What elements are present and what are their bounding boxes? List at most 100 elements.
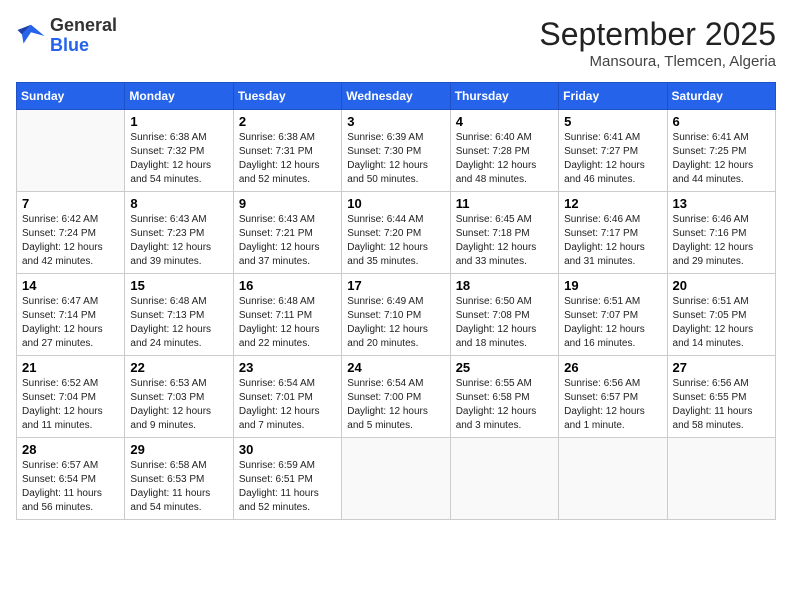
- day-cell: 12 Sunrise: 6:46 AM Sunset: 7:17 PM Dayli…: [559, 192, 667, 274]
- day-cell: 16 Sunrise: 6:48 AM Sunset: 7:11 PM Dayli…: [233, 274, 341, 356]
- day-info: Sunrise: 6:38 AM Sunset: 7:32 PM Dayligh…: [130, 131, 227, 187]
- col-header-monday: Monday: [125, 83, 233, 110]
- day-number: 3: [347, 114, 444, 129]
- day-number: 14: [22, 278, 119, 293]
- col-header-thursday: Thursday: [450, 83, 558, 110]
- day-number: 11: [456, 196, 553, 211]
- day-cell: 18 Sunrise: 6:50 AM Sunset: 7:08 PM Dayli…: [450, 274, 558, 356]
- day-cell: [342, 438, 450, 520]
- week-row-5: 28 Sunrise: 6:57 AM Sunset: 6:54 PM Dayli…: [17, 438, 776, 520]
- day-cell: 9Sunrise: 6:43 AM Sunset: 7:21 PM Daylig…: [233, 192, 341, 274]
- day-info: Sunrise: 6:40 AM Sunset: 7:28 PM Dayligh…: [456, 131, 553, 187]
- day-number: 23: [239, 360, 336, 375]
- location: Mansoura, Tlemcen, Algeria: [539, 53, 776, 70]
- day-info: Sunrise: 6:42 AM Sunset: 7:24 PM Dayligh…: [22, 213, 119, 269]
- day-number: 1: [130, 114, 227, 129]
- calendar: SundayMondayTuesdayWednesdayThursdayFrid…: [16, 82, 776, 520]
- day-number: 4: [456, 114, 553, 129]
- day-number: 20: [673, 278, 770, 293]
- day-cell: [559, 438, 667, 520]
- logo-text: General Blue: [50, 16, 117, 56]
- day-info: Sunrise: 6:41 AM Sunset: 7:25 PM Dayligh…: [673, 131, 770, 187]
- day-number: 6: [673, 114, 770, 129]
- day-cell: 30 Sunrise: 6:59 AM Sunset: 6:51 PM Dayli…: [233, 438, 341, 520]
- week-row-2: 7 Sunrise: 6:42 AM Sunset: 7:24 PM Daylig…: [17, 192, 776, 274]
- day-info: Sunrise: 6:48 AM Sunset: 7:13 PM Dayligh…: [130, 295, 227, 351]
- day-cell: 1 Sunrise: 6:38 AM Sunset: 7:32 PM Daylig…: [125, 110, 233, 192]
- week-row-1: 1 Sunrise: 6:38 AM Sunset: 7:32 PM Daylig…: [17, 110, 776, 192]
- day-info: Sunrise: 6:45 AM Sunset: 7:18 PM Dayligh…: [456, 213, 553, 269]
- day-cell: 3Sunrise: 6:39 AM Sunset: 7:30 PM Daylig…: [342, 110, 450, 192]
- day-cell: [667, 438, 775, 520]
- day-number: 16: [239, 278, 336, 293]
- day-info: Sunrise: 6:57 AM Sunset: 6:54 PM Dayligh…: [22, 459, 119, 515]
- day-info: Sunrise: 6:48 AM Sunset: 7:11 PM Dayligh…: [239, 295, 336, 351]
- day-info: Sunrise: 6:52 AM Sunset: 7:04 PM Dayligh…: [22, 377, 119, 433]
- col-header-wednesday: Wednesday: [342, 83, 450, 110]
- day-number: 28: [22, 442, 119, 457]
- day-cell: 8Sunrise: 6:43 AM Sunset: 7:23 PM Daylig…: [125, 192, 233, 274]
- day-number: 7: [22, 196, 119, 211]
- day-number: 8: [130, 196, 227, 211]
- header: General Blue September 2025 Mansoura, Tl…: [16, 16, 776, 70]
- week-row-4: 21 Sunrise: 6:52 AM Sunset: 7:04 PM Dayli…: [17, 356, 776, 438]
- day-info: Sunrise: 6:54 AM Sunset: 7:01 PM Dayligh…: [239, 377, 336, 433]
- col-header-friday: Friday: [559, 83, 667, 110]
- day-cell: 5 Sunrise: 6:41 AM Sunset: 7:27 PM Daylig…: [559, 110, 667, 192]
- day-cell: 26 Sunrise: 6:56 AM Sunset: 6:57 PM Dayli…: [559, 356, 667, 438]
- day-number: 13: [673, 196, 770, 211]
- day-number: 29: [130, 442, 227, 457]
- day-info: Sunrise: 6:56 AM Sunset: 6:55 PM Dayligh…: [673, 377, 770, 433]
- day-cell: 23 Sunrise: 6:54 AM Sunset: 7:01 PM Dayli…: [233, 356, 341, 438]
- day-info: Sunrise: 6:50 AM Sunset: 7:08 PM Dayligh…: [456, 295, 553, 351]
- day-number: 25: [456, 360, 553, 375]
- col-header-tuesday: Tuesday: [233, 83, 341, 110]
- day-info: Sunrise: 6:46 AM Sunset: 7:16 PM Dayligh…: [673, 213, 770, 269]
- day-info: Sunrise: 6:38 AM Sunset: 7:31 PM Dayligh…: [239, 131, 336, 187]
- day-info: Sunrise: 6:49 AM Sunset: 7:10 PM Dayligh…: [347, 295, 444, 351]
- day-cell: 27 Sunrise: 6:56 AM Sunset: 6:55 PM Dayli…: [667, 356, 775, 438]
- week-row-3: 14 Sunrise: 6:47 AM Sunset: 7:14 PM Dayli…: [17, 274, 776, 356]
- day-cell: 17 Sunrise: 6:49 AM Sunset: 7:10 PM Dayli…: [342, 274, 450, 356]
- day-cell: 20 Sunrise: 6:51 AM Sunset: 7:05 PM Dayli…: [667, 274, 775, 356]
- day-info: Sunrise: 6:41 AM Sunset: 7:27 PM Dayligh…: [564, 131, 661, 187]
- month-title: September 2025: [539, 16, 776, 53]
- day-number: 24: [347, 360, 444, 375]
- day-cell: 24 Sunrise: 6:54 AM Sunset: 7:00 PM Dayli…: [342, 356, 450, 438]
- day-info: Sunrise: 6:54 AM Sunset: 7:00 PM Dayligh…: [347, 377, 444, 433]
- day-info: Sunrise: 6:46 AM Sunset: 7:17 PM Dayligh…: [564, 213, 661, 269]
- day-number: 27: [673, 360, 770, 375]
- day-cell: 4 Sunrise: 6:40 AM Sunset: 7:28 PM Daylig…: [450, 110, 558, 192]
- day-number: 30: [239, 442, 336, 457]
- day-cell: 6 Sunrise: 6:41 AM Sunset: 7:25 PM Daylig…: [667, 110, 775, 192]
- day-cell: 29Sunrise: 6:58 AM Sunset: 6:53 PM Dayli…: [125, 438, 233, 520]
- logo-icon: [16, 21, 46, 51]
- logo-line2: Blue: [50, 36, 117, 56]
- day-number: 15: [130, 278, 227, 293]
- day-cell: 21 Sunrise: 6:52 AM Sunset: 7:04 PM Dayli…: [17, 356, 125, 438]
- day-cell: 10Sunrise: 6:44 AM Sunset: 7:20 PM Dayli…: [342, 192, 450, 274]
- day-cell: 19Sunrise: 6:51 AM Sunset: 7:07 PM Dayli…: [559, 274, 667, 356]
- day-cell: [17, 110, 125, 192]
- day-info: Sunrise: 6:55 AM Sunset: 6:58 PM Dayligh…: [456, 377, 553, 433]
- day-cell: 15 Sunrise: 6:48 AM Sunset: 7:13 PM Dayli…: [125, 274, 233, 356]
- day-info: Sunrise: 6:51 AM Sunset: 7:05 PM Dayligh…: [673, 295, 770, 351]
- day-info: Sunrise: 6:59 AM Sunset: 6:51 PM Dayligh…: [239, 459, 336, 515]
- day-number: 26: [564, 360, 661, 375]
- day-cell: 13 Sunrise: 6:46 AM Sunset: 7:16 PM Dayli…: [667, 192, 775, 274]
- day-number: 5: [564, 114, 661, 129]
- day-number: 18: [456, 278, 553, 293]
- day-info: Sunrise: 6:56 AM Sunset: 6:57 PM Dayligh…: [564, 377, 661, 433]
- header-row: SundayMondayTuesdayWednesdayThursdayFrid…: [17, 83, 776, 110]
- day-cell: 11 Sunrise: 6:45 AM Sunset: 7:18 PM Dayli…: [450, 192, 558, 274]
- day-number: 21: [22, 360, 119, 375]
- day-info: Sunrise: 6:51 AM Sunset: 7:07 PM Dayligh…: [564, 295, 661, 351]
- day-number: 12: [564, 196, 661, 211]
- col-header-sunday: Sunday: [17, 83, 125, 110]
- col-header-saturday: Saturday: [667, 83, 775, 110]
- day-number: 17: [347, 278, 444, 293]
- day-cell: [450, 438, 558, 520]
- logo: General Blue: [16, 16, 117, 56]
- day-info: Sunrise: 6:47 AM Sunset: 7:14 PM Dayligh…: [22, 295, 119, 351]
- day-cell: 25 Sunrise: 6:55 AM Sunset: 6:58 PM Dayli…: [450, 356, 558, 438]
